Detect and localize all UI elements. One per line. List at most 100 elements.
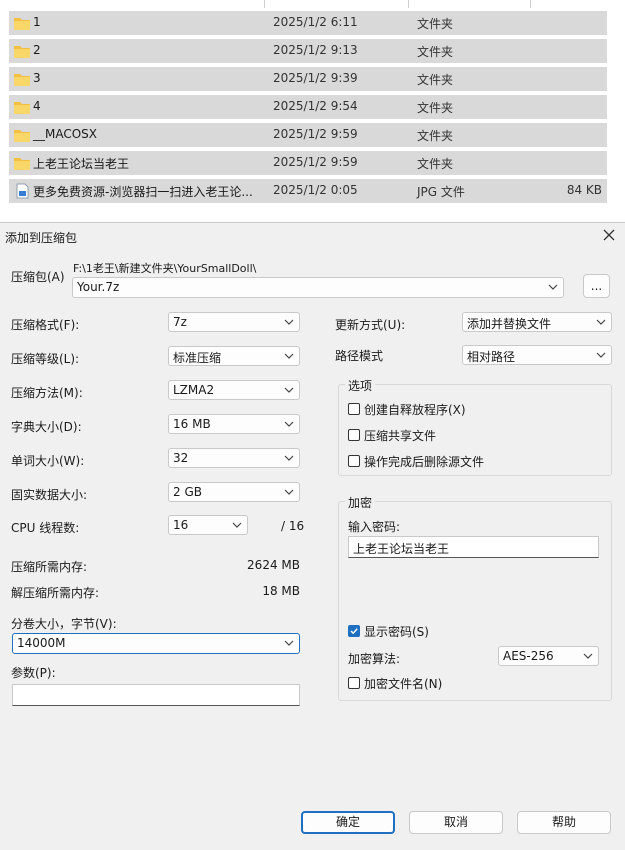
archive-label: 压缩包(A) [11, 270, 65, 284]
chevron-down-icon [548, 284, 558, 290]
file-row[interactable]: 上老王论坛当老王 2025/1/2 9:59 文件夹 [9, 151, 607, 175]
params-input[interactable] [12, 684, 300, 706]
volume-value: 14000M [17, 636, 66, 650]
file-row[interactable]: 1 2025/1/2 6:11 文件夹 [9, 11, 607, 35]
format-select[interactable]: 7z [168, 312, 300, 332]
column-divider [264, 0, 265, 8]
file-name: 2 [33, 43, 41, 57]
archive-name-value: Your.7z [77, 280, 120, 294]
close-icon[interactable] [600, 226, 618, 244]
delete-after-checkbox[interactable] [348, 455, 360, 467]
file-type: JPG 文件 [417, 185, 465, 199]
update-value: 添加并替换文件 [467, 317, 552, 331]
file-type: 文件夹 [417, 157, 454, 171]
mem-decompress-label: 解压缩所需内存: [11, 586, 100, 600]
show-password-label: 显示密码(S) [364, 625, 429, 639]
chevron-down-icon [596, 319, 606, 325]
column-divider [530, 0, 531, 8]
browse-button[interactable]: ... [583, 274, 610, 298]
chevron-down-icon [284, 353, 294, 359]
chevron-down-icon [232, 522, 242, 528]
help-button[interactable]: 帮助 [517, 811, 611, 834]
show-password-checkbox[interactable] [348, 625, 360, 637]
chevron-down-icon [284, 489, 294, 495]
encryption-group-title: 加密 [345, 494, 376, 511]
file-type: 文件夹 [417, 45, 454, 59]
word-value: 32 [173, 451, 189, 465]
encrypt-names-checkbox[interactable] [348, 677, 360, 689]
level-select[interactable]: 标准压缩 [168, 346, 300, 366]
password-input[interactable]: 上老王论坛当老王 [348, 536, 599, 558]
solid-select[interactable]: 2 GB [168, 482, 300, 502]
file-type: 文件夹 [417, 73, 454, 87]
mem-compress-label: 压缩所需内存: [11, 560, 88, 574]
pathmode-value: 相对路径 [467, 350, 516, 364]
archive-name-combobox[interactable]: Your.7z [72, 277, 564, 298]
level-value: 标准压缩 [173, 351, 222, 365]
file-row[interactable]: 4 2025/1/2 9:54 文件夹 [9, 95, 607, 119]
check-icon [350, 628, 358, 635]
chevron-down-icon [284, 640, 294, 646]
word-select[interactable]: 32 [168, 448, 300, 468]
folder-icon [13, 71, 31, 87]
file-type: 文件夹 [417, 129, 454, 143]
file-date: 2025/1/2 9:54 [273, 99, 358, 113]
image-file-icon [13, 183, 31, 199]
cpu-threads-select[interactable]: 16 [168, 515, 248, 535]
update-label: 更新方式(U): [335, 318, 406, 332]
file-name: 上老王论坛当老王 [33, 157, 130, 171]
file-row[interactable]: 3 2025/1/2 9:39 文件夹 [9, 67, 607, 91]
folder-icon [13, 155, 31, 171]
cpu-value: 16 [173, 518, 189, 532]
options-group-title: 选项 [345, 377, 376, 394]
pathmode-label: 路径模式 [335, 349, 384, 363]
params-label: 参数(P): [11, 666, 56, 680]
chevron-down-icon [284, 387, 294, 393]
delete-after-label: 操作完成后删除源文件 [364, 455, 485, 469]
dict-label: 字典大小(D): [11, 420, 82, 434]
dialog-title: 添加到压缩包 [5, 231, 78, 245]
path-mode-select[interactable]: 相对路径 [462, 345, 612, 365]
file-row[interactable]: __MACOSX 2025/1/2 9:59 文件夹 [9, 123, 607, 147]
file-type: 文件夹 [417, 101, 454, 115]
mem-compress-value: 2624 MB [247, 558, 300, 572]
method-select[interactable]: LZMA2 [168, 380, 300, 400]
file-name: 3 [33, 71, 41, 85]
method-value: LZMA2 [173, 383, 215, 397]
volume-size-combobox[interactable]: 14000M [12, 633, 300, 654]
file-date: 2025/1/2 9:13 [273, 43, 358, 57]
column-divider [408, 0, 409, 8]
file-date: 2025/1/2 9:39 [273, 71, 358, 85]
cancel-button[interactable]: 取消 [409, 811, 503, 834]
update-mode-select[interactable]: 添加并替换文件 [462, 312, 612, 332]
method-label: 压缩方法(M): [11, 386, 83, 400]
ok-button[interactable]: 确定 [301, 811, 395, 834]
shared-label: 压缩共享文件 [364, 429, 437, 443]
encryption-method-select[interactable]: AES-256 [498, 646, 599, 666]
shared-checkbox[interactable] [348, 429, 360, 441]
format-value: 7z [173, 315, 187, 329]
folder-icon [13, 127, 31, 143]
file-explorer-list: 1 2025/1/2 6:11 文件夹 2 2025/1/2 9:13 文件夹 3 2025/… [0, 0, 625, 222]
volume-label: 分卷大小，字节(V): [11, 617, 117, 631]
dict-value: 16 MB [173, 417, 211, 431]
file-type: 文件夹 [417, 17, 454, 31]
file-size: 84 KB [566, 183, 602, 197]
folder-icon [13, 43, 31, 59]
password-label: 输入密码: [348, 520, 401, 534]
sfx-checkbox[interactable] [348, 403, 360, 415]
file-row[interactable]: 更多免费资源-浏览器扫一扫进入老王论... 2025/1/2 0:05 JPG 文件… [9, 179, 607, 203]
file-name: 1 [33, 15, 41, 29]
sfx-label: 创建自释放程序(X) [364, 403, 466, 417]
encryption-method-value: AES-256 [503, 649, 554, 663]
dict-select[interactable]: 16 MB [168, 414, 300, 434]
file-name: 4 [33, 99, 41, 113]
encrypt-names-label: 加密文件名(N) [364, 677, 443, 691]
word-label: 单词大小(W): [11, 454, 85, 468]
file-date: 2025/1/2 6:11 [273, 15, 358, 29]
file-date: 2025/1/2 0:05 [273, 183, 358, 197]
file-date: 2025/1/2 9:59 [273, 127, 358, 141]
archive-path: F:\1老王\新建文件夹\YourSmallDoll\ [73, 262, 257, 275]
file-row[interactable]: 2 2025/1/2 9:13 文件夹 [9, 39, 607, 63]
chevron-down-icon [284, 421, 294, 427]
